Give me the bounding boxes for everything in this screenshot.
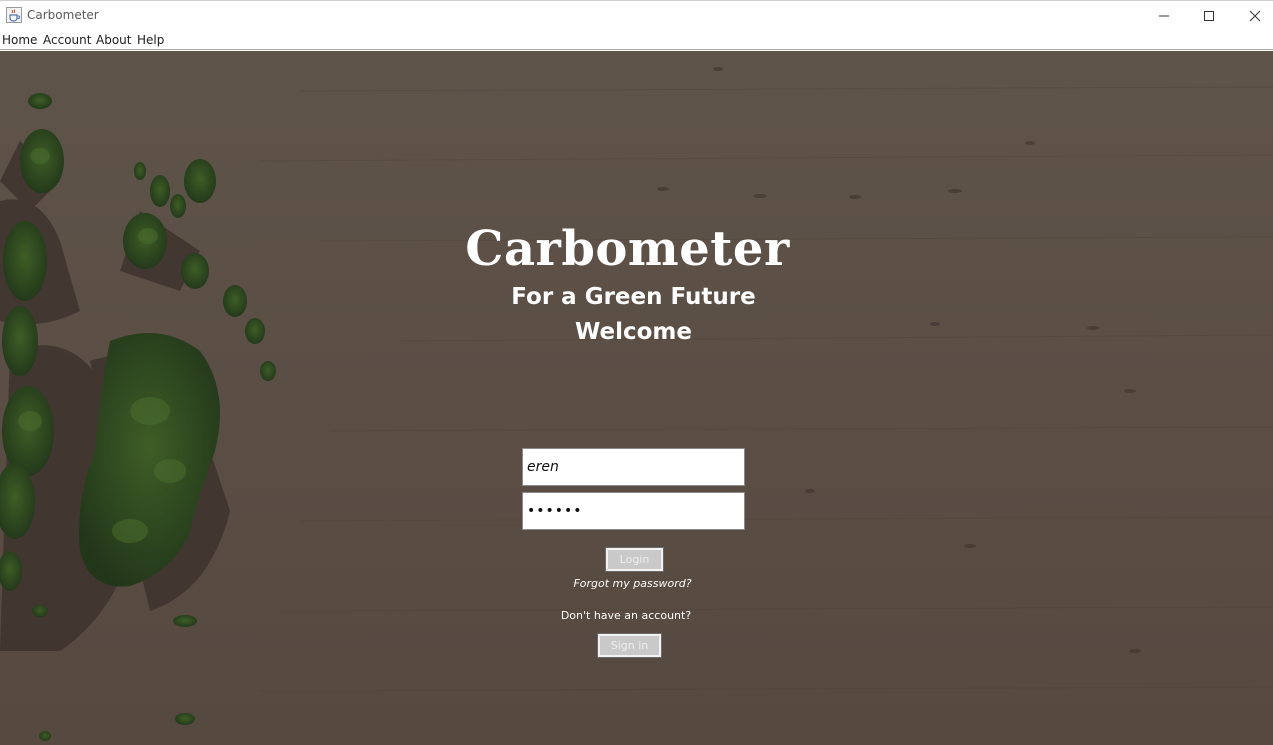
sign-in-button[interactable]: Sign in — [597, 633, 662, 658]
menu-home[interactable]: Home — [2, 33, 37, 47]
close-button[interactable] — [1232, 1, 1273, 31]
title-bar[interactable]: Carbometer — [0, 0, 1273, 30]
menu-help[interactable]: Help — [137, 33, 164, 47]
maximize-button[interactable] — [1186, 1, 1232, 31]
password-field[interactable] — [522, 492, 745, 530]
username-field[interactable] — [522, 448, 745, 486]
app-title: Carbometer — [465, 221, 790, 277]
menu-account[interactable]: Account — [43, 33, 91, 47]
app-window: Carbometer Home Account About Help Carbo… — [0, 0, 1273, 745]
java-cup-icon — [6, 7, 22, 23]
menu-bar: Home Account About Help — [0, 30, 1273, 50]
minimize-icon — [1158, 10, 1170, 22]
maximize-icon — [1203, 10, 1215, 22]
forgot-password-link[interactable]: Forgot my password? — [0, 577, 1265, 590]
login-panel: Carbometer For a Green Future Welcome Lo… — [0, 51, 1273, 745]
menu-about[interactable]: About — [96, 33, 131, 47]
tagline: For a Green Future — [511, 284, 756, 310]
no-account-text: Don't have an account? — [560, 609, 692, 622]
window-title: Carbometer — [27, 8, 99, 22]
close-icon — [1249, 10, 1261, 22]
welcome-heading: Welcome — [574, 319, 693, 345]
login-button[interactable]: Login — [605, 547, 664, 572]
minimize-button[interactable] — [1141, 1, 1187, 31]
